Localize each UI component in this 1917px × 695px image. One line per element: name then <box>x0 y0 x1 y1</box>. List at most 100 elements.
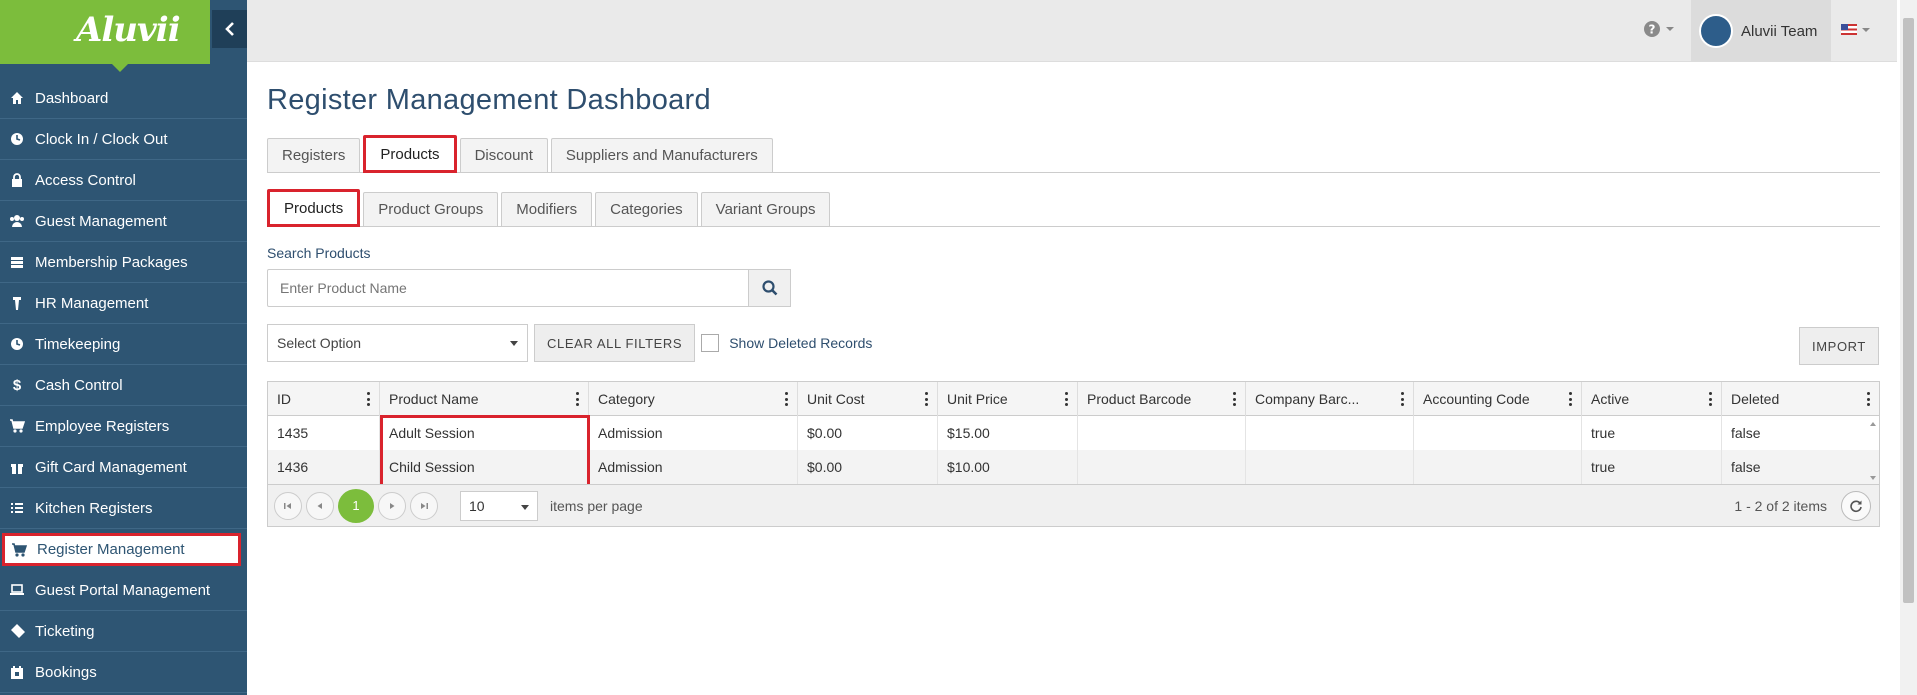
clear-all-filters-button[interactable]: CLEAR ALL FILTERS <box>534 324 696 362</box>
sidebar-item-employee-registers[interactable]: Employee Registers <box>0 406 247 447</box>
column-label: Company Barc... <box>1255 391 1360 407</box>
cell-active: true <box>1582 416 1722 450</box>
search-row <box>267 269 1880 307</box>
cell-accounting-code <box>1414 450 1582 484</box>
subtab-variant-groups[interactable]: Variant Groups <box>700 192 831 226</box>
tab-discount[interactable]: Discount <box>459 138 548 172</box>
caret-down-icon <box>510 341 518 346</box>
sidebar-item-kitchen-registers[interactable]: Kitchen Registers <box>0 488 247 529</box>
show-deleted-checkbox[interactable] <box>701 334 720 352</box>
last-page-button[interactable] <box>410 491 438 520</box>
first-page-icon <box>284 502 291 509</box>
search-input[interactable] <box>267 269 749 307</box>
chevron-down-icon <box>1862 27 1870 32</box>
subtab-modifiers[interactable]: Modifiers <box>501 192 593 226</box>
column-header-deleted[interactable]: Deleted <box>1722 382 1879 416</box>
sidebar-item-guest-management[interactable]: Guest Management <box>0 201 247 242</box>
first-page-button[interactable] <box>274 491 302 520</box>
sidebar-collapse-button[interactable] <box>212 10 247 48</box>
import-button[interactable]: IMPORT <box>1799 327 1879 365</box>
cell-unit-price: $15.00 <box>938 416 1078 450</box>
sidebar-item-dashboard[interactable]: Dashboard <box>0 78 247 119</box>
column-menu-icon[interactable] <box>925 392 929 406</box>
column-label: Product Barcode <box>1087 391 1192 407</box>
column-menu-icon[interactable] <box>1709 392 1713 406</box>
column-menu-icon[interactable] <box>367 392 371 406</box>
filter-row: Select Option CLEAR ALL FILTERS Show Del… <box>267 323 1880 365</box>
column-header-accounting-code[interactable]: Accounting Code <box>1414 382 1582 416</box>
logo[interactable]: Aluvii <box>0 0 210 72</box>
sidebar-item-hr-management[interactable]: HR Management <box>0 283 247 324</box>
column-menu-icon[interactable] <box>1569 392 1573 406</box>
column-label: Category <box>598 391 655 407</box>
main-content: Register Management Dashboard Registers … <box>267 62 1880 527</box>
sidebar-item-membership-packages[interactable]: Membership Packages <box>0 242 247 283</box>
prev-page-button[interactable] <box>306 491 334 520</box>
sidebar-item-gift-card-management[interactable]: Gift Card Management <box>0 447 247 488</box>
cell-category: Admission <box>589 416 798 450</box>
column-label: Unit Price <box>947 391 1008 407</box>
column-menu-icon[interactable] <box>1233 392 1237 406</box>
column-header-product-name[interactable]: Product Name <box>380 382 589 416</box>
column-menu-icon[interactable] <box>785 392 789 406</box>
table-row[interactable]: 1436 Child Session Admission $0.00 $10.0… <box>268 450 1879 484</box>
grid-header: ID Product Name Category Unit Cost Unit … <box>268 382 1879 416</box>
column-label: Active <box>1591 391 1630 407</box>
sidebar-item-label: Ticketing <box>35 622 95 640</box>
sidebar-item-ticketing[interactable]: Ticketing <box>0 611 247 652</box>
page-1-button[interactable]: 1 <box>338 488 374 523</box>
page-title: Register Management Dashboard <box>267 84 711 116</box>
search-button[interactable] <box>749 269 791 307</box>
refresh-button[interactable] <box>1841 491 1871 521</box>
help-menu[interactable]: ? <box>1643 20 1675 38</box>
ticket-icon <box>8 622 26 640</box>
next-page-button[interactable] <box>378 491 406 520</box>
sub-tabs: Products Product Groups Modifiers Catego… <box>267 189 1880 227</box>
column-label: Deleted <box>1731 391 1780 407</box>
column-label: Accounting Code <box>1423 391 1530 407</box>
tab-products[interactable]: Products <box>363 135 457 173</box>
column-header-id[interactable]: ID <box>268 382 380 416</box>
subtab-products[interactable]: Products <box>267 189 361 227</box>
tab-registers[interactable]: Registers <box>267 138 361 172</box>
sidebar-item-access-control[interactable]: Access Control <box>0 160 247 201</box>
sidebar-item-guest-portal-management[interactable]: Guest Portal Management <box>0 570 247 611</box>
page-scrollbar[interactable] <box>1900 0 1917 695</box>
question-icon: ? <box>1644 21 1660 37</box>
column-menu-icon[interactable] <box>1065 392 1069 406</box>
table-row[interactable]: 1435 Adult Session Admission $0.00 $15.0… <box>268 416 1879 450</box>
subtab-product-groups[interactable]: Product Groups <box>363 192 499 226</box>
calendar-icon <box>8 663 26 681</box>
language-menu[interactable] <box>1841 24 1871 35</box>
items-per-page-label: items per page <box>550 497 643 514</box>
sidebar-item-clock-in-out[interactable]: Clock In / Clock Out <box>0 119 247 160</box>
column-header-unit-price[interactable]: Unit Price <box>938 382 1078 416</box>
dollar-icon: $ <box>12 376 22 394</box>
pager: 1 10 items per page 1 - 2 of 2 items <box>268 484 1879 526</box>
column-menu-icon[interactable] <box>576 392 580 406</box>
column-menu-icon[interactable] <box>1401 392 1405 406</box>
sidebar-item-bookings[interactable]: Bookings <box>0 652 247 693</box>
option-select[interactable]: Select Option <box>267 324 528 362</box>
card-icon <box>8 253 26 271</box>
cell-active: true <box>1582 450 1722 484</box>
column-header-company-barcode[interactable]: Company Barc... <box>1246 382 1414 416</box>
sidebar-item-timekeeping[interactable]: Timekeeping <box>0 324 247 365</box>
tab-suppliers-and-manufacturers[interactable]: Suppliers and Manufacturers <box>550 138 773 172</box>
column-label: ID <box>277 391 291 407</box>
page-size-select[interactable]: 10 <box>460 490 538 521</box>
column-header-active[interactable]: Active <box>1582 382 1722 416</box>
column-header-product-barcode[interactable]: Product Barcode <box>1078 382 1246 416</box>
cart-icon <box>8 417 26 435</box>
sidebar-item-label: HR Management <box>35 294 149 312</box>
column-header-category[interactable]: Category <box>589 382 798 416</box>
sidebar-item-cash-control[interactable]: $ Cash Control <box>0 365 247 406</box>
subtab-categories[interactable]: Categories <box>595 192 698 226</box>
column-header-unit-cost[interactable]: Unit Cost <box>798 382 938 416</box>
sidebar-item-register-management[interactable]: Register Management <box>2 533 241 566</box>
sidebar-item-label: Employee Registers <box>35 417 170 435</box>
scrollbar-thumb[interactable] <box>1903 18 1914 603</box>
user-menu[interactable]: Aluvii Team <box>1691 0 1831 62</box>
grid-scrollbar[interactable] <box>1867 416 1879 486</box>
column-menu-icon[interactable] <box>1867 392 1871 406</box>
